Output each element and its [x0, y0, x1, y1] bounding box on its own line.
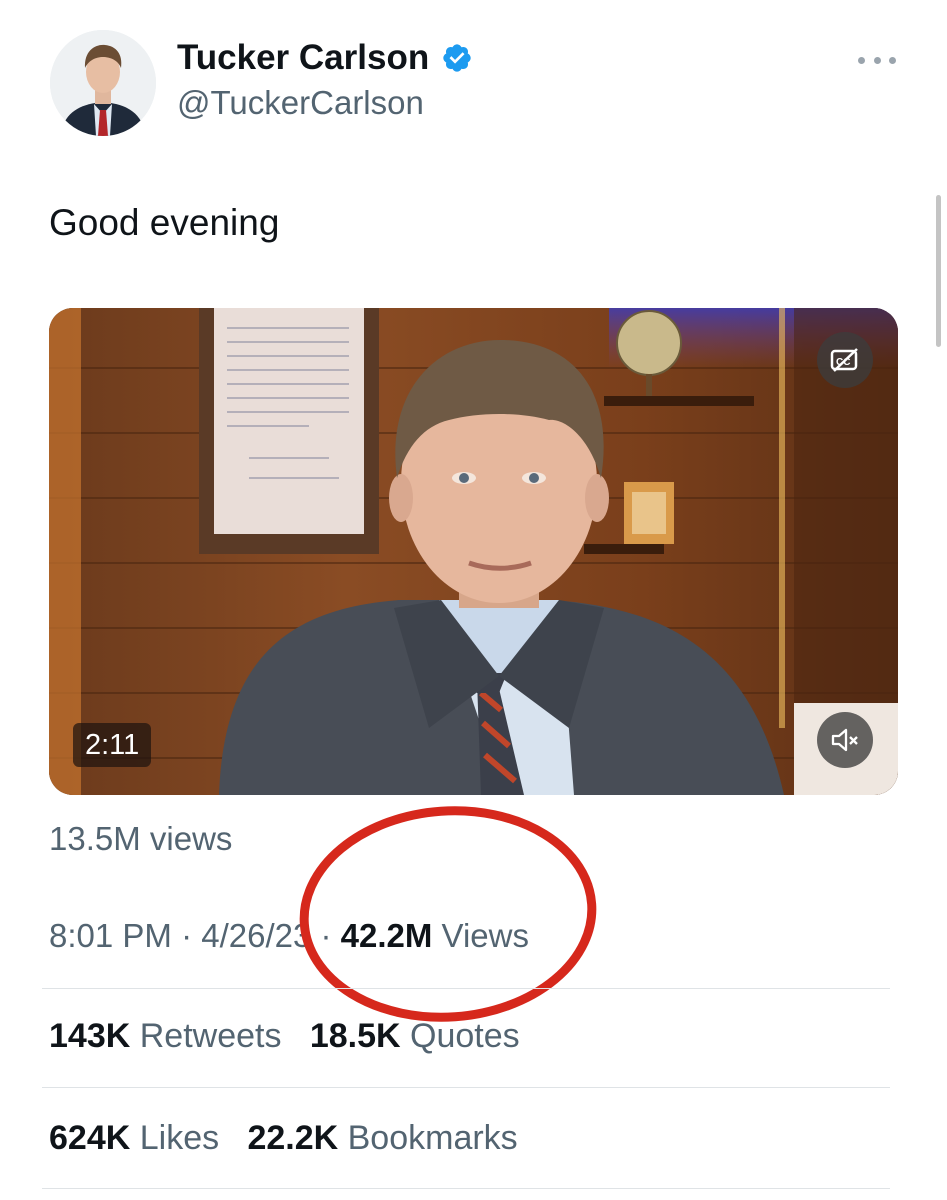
- more-dots-icon[interactable]: [858, 50, 896, 70]
- display-name[interactable]: Tucker Carlson: [177, 38, 473, 78]
- bookmarks-count: 22.2K: [247, 1119, 339, 1157]
- tweet-time[interactable]: 8:01 PM: [49, 917, 172, 954]
- quotes-stat[interactable]: 18.5K Quotes: [310, 1017, 520, 1055]
- video-frame: [49, 308, 898, 795]
- display-name-text: Tucker Carlson: [177, 38, 430, 77]
- profile-photo: [50, 30, 156, 136]
- muted-speaker-icon[interactable]: [817, 712, 873, 768]
- user-handle[interactable]: @TuckerCarlson: [177, 84, 424, 122]
- scrollbar[interactable]: [936, 195, 941, 347]
- video-view-count: 13.5M views: [49, 820, 233, 857]
- meta-separator: ·: [171, 917, 202, 954]
- verified-badge-icon: [441, 42, 473, 74]
- retweets-count: 143K: [49, 1017, 131, 1055]
- annotation-circle: [299, 806, 597, 1022]
- bookmarks-label: Bookmarks: [338, 1119, 518, 1157]
- retweets-label: Retweets: [130, 1017, 282, 1055]
- video-player[interactable]: CC 2:11: [49, 308, 898, 795]
- divider: [42, 988, 890, 989]
- divider: [42, 1188, 890, 1189]
- divider: [42, 1087, 890, 1088]
- engagement-stats-row-1: 143K Retweets 18.5K Quotes: [49, 1017, 520, 1056]
- quotes-count: 18.5K: [309, 1017, 401, 1055]
- video-duration: 2:11: [73, 723, 152, 767]
- avatar[interactable]: [50, 30, 156, 136]
- engagement-stats-row-2: 624K Likes 22.2K Bookmarks: [49, 1119, 518, 1158]
- tweet-date[interactable]: 4/26/23: [201, 917, 311, 954]
- bookmarks-stat[interactable]: 22.2K Bookmarks: [247, 1119, 517, 1157]
- closed-captions-off-icon[interactable]: CC: [817, 332, 873, 388]
- likes-count: 624K: [49, 1119, 131, 1157]
- tweet-text: Good evening: [49, 202, 280, 243]
- retweets-stat[interactable]: 143K Retweets: [49, 1017, 281, 1055]
- likes-label: Likes: [130, 1119, 220, 1157]
- quotes-label: Quotes: [400, 1017, 520, 1055]
- likes-stat[interactable]: 624K Likes: [49, 1119, 219, 1157]
